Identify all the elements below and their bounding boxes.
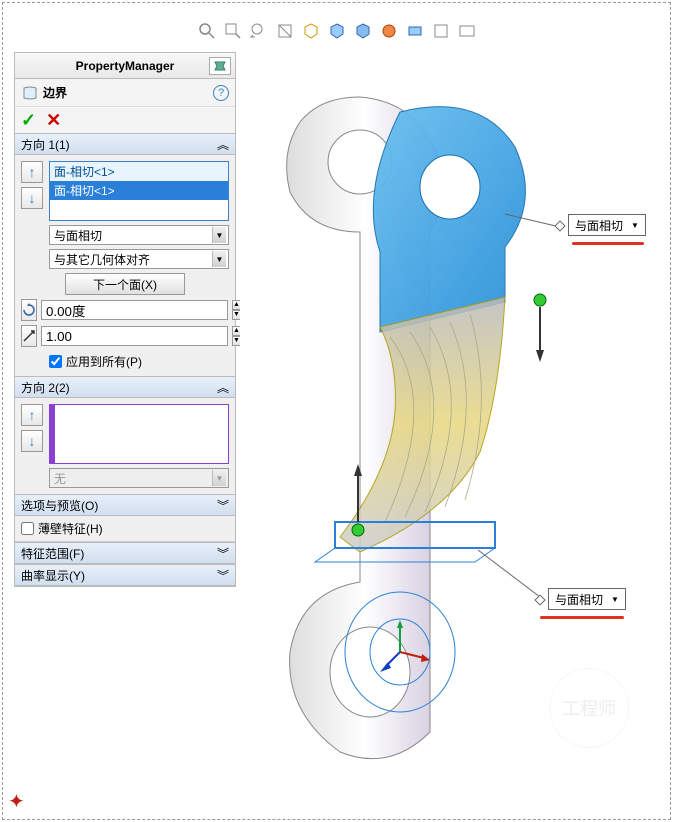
scale-row: ▲▼ [21,325,229,347]
cancel-button[interactable]: ✕ [46,110,61,131]
align-value: 与其它几何体对齐 [54,251,150,268]
direction2-reorder: ↑ ↓ [21,404,43,452]
feature-scope-header[interactable]: 特征范围(F) ︾ [15,542,235,564]
annotation-underline [540,616,624,619]
apply-all-row: 应用到所有(P) [21,353,229,370]
boundary-feature-icon [21,84,39,102]
property-manager-panel: PropertyManager 边界 ? ✓ ✕ 方向 1(1) ︽ ↑ ↓ 面… [14,52,236,587]
curvature-display-header[interactable]: 曲率显示(Y) ︾ [15,564,235,586]
annotation-underline [572,242,644,245]
direction2-listbox[interactable] [49,404,229,464]
view-toolbar [0,16,673,46]
scale-input[interactable] [41,326,228,346]
tangent-type-dropdown[interactable]: 与面相切 ▼ [49,225,229,245]
display-style-icon[interactable] [326,20,348,42]
feature-name: 边界 [43,84,67,101]
scale-icon[interactable] [21,325,37,347]
direction1-reorder: ↑ ↓ [21,161,43,209]
direction1-body: ↑ ↓ 面-相切<1> 面-相切<1> 与面相切 ▼ 与其它几何体对齐 ▼ 下一… [15,155,235,376]
direction2-label: 方向 2(2) [21,379,70,396]
rotate-icon[interactable] [21,299,37,321]
expand-icon[interactable]: ︾ [217,545,229,562]
direction1-label: 方向 1(1) [21,136,70,153]
options-preview-label: 选项与预览(O) [21,497,98,514]
callout-bottom-label: 与面相切 [555,591,603,608]
callout-top-dropdown[interactable]: 与面相切 ▼ [568,214,646,236]
list-item[interactable]: 面-相切<1> [50,181,228,200]
help-icon[interactable]: ? [213,85,229,101]
apply-scene-icon[interactable] [404,20,426,42]
action-row: ✓ ✕ [15,107,235,133]
apply-all-checkbox[interactable] [49,355,62,368]
callout-top-label: 与面相切 [575,217,623,234]
direction2-dropdown-value: 无 [54,470,66,487]
thin-feature-label: 薄壁特征(H) [38,520,103,537]
origin-indicator-icon: ✦ [8,789,25,814]
direction2-dropdown: 无 ▼ [49,468,229,488]
curvature-display-label: 曲率显示(Y) [21,567,85,584]
view-settings-icon[interactable] [430,20,452,42]
callout-bottom-dropdown[interactable]: 与面相切 ▼ [548,588,626,610]
align-dropdown[interactable]: 与其它几何体对齐 ▼ [49,249,229,269]
collapse-icon[interactable]: ︽ [217,136,229,153]
move-down-button[interactable]: ↓ [21,187,43,209]
chevron-down-icon: ▼ [611,595,619,604]
chevron-down-icon: ▼ [212,470,226,486]
zoom-fit-icon[interactable] [196,20,218,42]
direction2-header[interactable]: 方向 2(2) ︽ [15,376,235,398]
next-face-button[interactable]: 下一个面(X) [65,273,185,295]
move-up-button[interactable]: ↑ [21,404,43,426]
chevron-down-icon: ▼ [631,221,639,230]
expand-icon[interactable]: ︾ [217,567,229,584]
hide-show-icon[interactable] [352,20,374,42]
list-item[interactable]: 面-相切<1> [50,162,228,181]
direction1-header[interactable]: 方向 1(1) ︽ [15,133,235,155]
section-view-icon[interactable] [274,20,296,42]
tangent-type-value: 与面相切 [54,227,102,244]
angle-row: ▲▼ [21,299,229,321]
feature-name-row: 边界 ? [15,79,235,107]
chevron-down-icon: ▼ [212,227,226,243]
feature-scope-label: 特征范围(F) [21,545,84,562]
chevron-down-icon: ▼ [212,251,226,267]
panel-title-bar: PropertyManager [15,53,235,79]
previous-view-icon[interactable] [248,20,270,42]
angle-input[interactable] [41,300,228,320]
edit-appearance-icon[interactable] [378,20,400,42]
direction2-body: ↑ ↓ 无 ▼ [15,398,235,494]
move-down-button[interactable]: ↓ [21,430,43,452]
zoom-area-icon[interactable] [222,20,244,42]
view-orientation-icon[interactable] [300,20,322,42]
collapse-icon[interactable]: ︽ [217,379,229,396]
thin-feature-checkbox[interactable] [21,522,34,535]
apply-all-label: 应用到所有(P) [66,353,142,370]
pin-icon[interactable] [209,57,231,75]
screen-capture-icon[interactable] [456,20,478,42]
direction1-listbox[interactable]: 面-相切<1> 面-相切<1> [49,161,229,221]
graphics-viewport[interactable]: 与面相切 ▼ 与面相切 ▼ 工程师 [240,52,659,808]
move-up-button[interactable]: ↑ [21,161,43,183]
panel-title-text: PropertyManager [76,59,175,73]
options-preview-header[interactable]: 选项与预览(O) ︾ [15,494,235,516]
expand-icon[interactable]: ︾ [217,497,229,514]
ok-button[interactable]: ✓ [21,110,36,131]
thin-feature-row: 薄壁特征(H) [15,516,235,542]
watermark: 工程师 [549,668,629,748]
